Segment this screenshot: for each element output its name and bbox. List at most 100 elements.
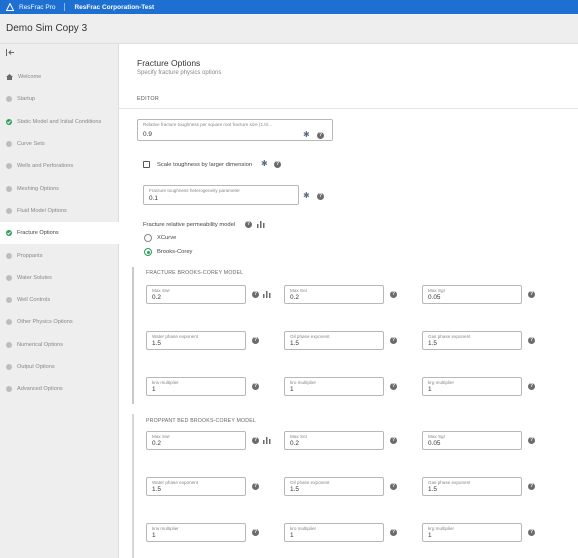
kro-multiplier-field[interactable]: kro multiplier 1 <box>284 377 384 396</box>
resfrac-logo-icon <box>6 3 14 11</box>
sidebar-item-numerical-options[interactable]: Numerical Options <box>0 334 119 356</box>
sidebar-item-label: Fluid Model Options <box>17 207 67 214</box>
field-label: Oil phase exponent <box>290 334 330 339</box>
sidebar-item-startup[interactable]: Startup <box>0 88 119 110</box>
sidebar-item-curve-sets[interactable]: Curve Sets <box>0 133 119 155</box>
sidebar-item-label: Advanced Options <box>17 386 63 393</box>
divider <box>64 3 66 11</box>
home-icon <box>6 74 13 81</box>
help-icon[interactable]: ? <box>252 383 259 390</box>
radio-xcurve[interactable] <box>144 234 152 242</box>
help-icon[interactable]: ? <box>252 529 259 536</box>
help-icon[interactable]: ? <box>390 291 397 298</box>
status-dot-icon <box>6 96 12 103</box>
field-value: 0.1 <box>149 195 158 202</box>
sidebar-item-fracture-options[interactable]: Fracture Options <box>0 222 119 245</box>
help-icon[interactable]: ? <box>528 383 535 390</box>
krw-multiplier-field[interactable]: krw multiplier 1 <box>146 523 246 542</box>
help-icon[interactable]: ? <box>252 291 259 298</box>
help-icon[interactable]: ? <box>245 221 252 228</box>
gas-phase-exponent-field[interactable]: Gas phase exponent 1.5 <box>422 477 522 496</box>
help-icon[interactable]: ? <box>528 529 535 536</box>
help-icon[interactable]: ? <box>252 437 259 444</box>
field-value: 0.2 <box>290 440 299 447</box>
page-subtitle: Specify fracture physics options <box>137 70 222 76</box>
status-dot-icon <box>6 341 12 348</box>
scale-toughness-checkbox[interactable] <box>143 161 150 168</box>
help-icon[interactable]: ? <box>390 337 397 344</box>
check-circle-icon <box>6 118 12 125</box>
sidebar-item-static-model-and-initial-conditions[interactable]: Static Model and Initial Conditions <box>0 111 119 133</box>
sidebar-item-fluid-model-options[interactable]: Fluid Model Options <box>0 200 119 222</box>
chart-icon[interactable] <box>257 221 265 228</box>
puzzle-icon[interactable]: ✱ <box>303 131 310 139</box>
field-value: 0.05 <box>428 294 441 301</box>
radio-brooks-corey[interactable] <box>144 248 152 256</box>
radio-xcurve-label: XCurve <box>157 235 177 241</box>
field-value: 0.2 <box>152 440 161 447</box>
help-icon[interactable]: ? <box>528 437 535 444</box>
sidebar-item-meshing-options[interactable]: Meshing Options <box>0 177 119 199</box>
field-value: 1 <box>290 532 294 539</box>
sidebar-item-output-options[interactable]: Output Options <box>0 356 119 378</box>
sidebar-item-label: Meshing Options <box>17 185 59 192</box>
help-icon[interactable]: ? <box>317 193 324 200</box>
sim-header: Demo Sim Copy 3 <box>0 14 578 44</box>
krw-multiplier-field[interactable]: krw multiplier 1 <box>146 377 246 396</box>
max-sgr-field[interactable]: Max Sgr 0.05 <box>422 431 522 450</box>
help-icon[interactable]: ? <box>252 337 259 344</box>
sidebar-item-proppants[interactable]: Proppants <box>0 244 119 266</box>
sidebar-item-water-solutes[interactable]: Water Solutes <box>0 267 119 289</box>
sidebar-item-label: Startup <box>17 96 36 103</box>
help-icon[interactable]: ? <box>390 529 397 536</box>
sidebar-item-other-physics-options[interactable]: Other Physics Options <box>0 311 119 333</box>
sidebar-item-welcome[interactable]: Welcome <box>0 66 119 88</box>
field-label: Oil phase exponent <box>290 480 330 485</box>
max-sgr-field[interactable]: Max Sgr 0.05 <box>422 285 522 304</box>
help-icon[interactable]: ? <box>528 291 535 298</box>
status-dot-icon <box>6 163 12 170</box>
app-name[interactable]: ResFrac Pro <box>19 4 55 11</box>
oil-phase-exponent-field[interactable]: Oil phase exponent 1.5 <box>284 331 384 350</box>
puzzle-icon[interactable]: ✱ <box>303 192 310 200</box>
check-circle-icon <box>6 230 12 237</box>
field-label: Relative fracture toughness per square r… <box>143 122 272 127</box>
kro-multiplier-field[interactable]: kro multiplier 1 <box>284 523 384 542</box>
sidebar-item-wells-and-perforations[interactable]: Wells and Perforations <box>0 155 119 177</box>
field-label: Max Sor <box>290 288 308 293</box>
krg-multiplier-field[interactable]: krg multiplier 1 <box>422 523 522 542</box>
toughness-heterogeneity-field[interactable]: Fracture toughness heterogeneity paramet… <box>143 185 299 205</box>
help-icon[interactable]: ? <box>317 132 324 139</box>
water-phase-exponent-field[interactable]: Water phase exponent 1.5 <box>146 331 246 350</box>
sidebar-nav: Welcome Startup Static Model and Initial C… <box>0 66 119 400</box>
org-name[interactable]: ResFrac Corporation-Test <box>74 4 154 11</box>
help-icon[interactable]: ? <box>528 483 535 490</box>
sidebar-item-label: Proppants <box>17 252 43 259</box>
tab-editor[interactable]: EDITOR <box>137 96 159 102</box>
sidebar-item-well-controls[interactable]: Well Controls <box>0 289 119 311</box>
chart-icon[interactable] <box>263 291 271 298</box>
help-icon[interactable]: ? <box>528 337 535 344</box>
help-icon[interactable]: ? <box>390 383 397 390</box>
help-icon[interactable]: ? <box>274 161 281 168</box>
collapse-sidebar-icon[interactable] <box>6 49 15 58</box>
max-sor-field[interactable]: Max Sor 0.2 <box>284 285 384 304</box>
chart-icon[interactable] <box>263 437 271 444</box>
max-sor-field[interactable]: Max Sor 0.2 <box>284 431 384 450</box>
sim-title: Demo Sim Copy 3 <box>6 23 88 34</box>
water-phase-exponent-field[interactable]: Water phase exponent 1.5 <box>146 477 246 496</box>
oil-phase-exponent-field[interactable]: Oil phase exponent 1.5 <box>284 477 384 496</box>
field-label: Max Sor <box>290 434 308 439</box>
help-icon[interactable]: ? <box>252 483 259 490</box>
max-swr-field[interactable]: Max Swr 0.2 <box>146 285 246 304</box>
help-icon[interactable]: ? <box>390 483 397 490</box>
gas-phase-exponent-field[interactable]: Gas phase exponent 1.5 <box>422 331 522 350</box>
help-icon[interactable]: ? <box>390 437 397 444</box>
sidebar-item-advanced-options[interactable]: Advanced Options <box>0 378 119 400</box>
krg-multiplier-field[interactable]: krg multiplier 1 <box>422 377 522 396</box>
puzzle-icon[interactable]: ✱ <box>261 160 268 168</box>
max-swr-field[interactable]: Max Swr 0.2 <box>146 431 246 450</box>
sidebar-item-label: Welcome <box>18 74 42 81</box>
field-label: krw multiplier <box>152 526 179 531</box>
tab-bar: EDITOR <box>119 87 578 109</box>
